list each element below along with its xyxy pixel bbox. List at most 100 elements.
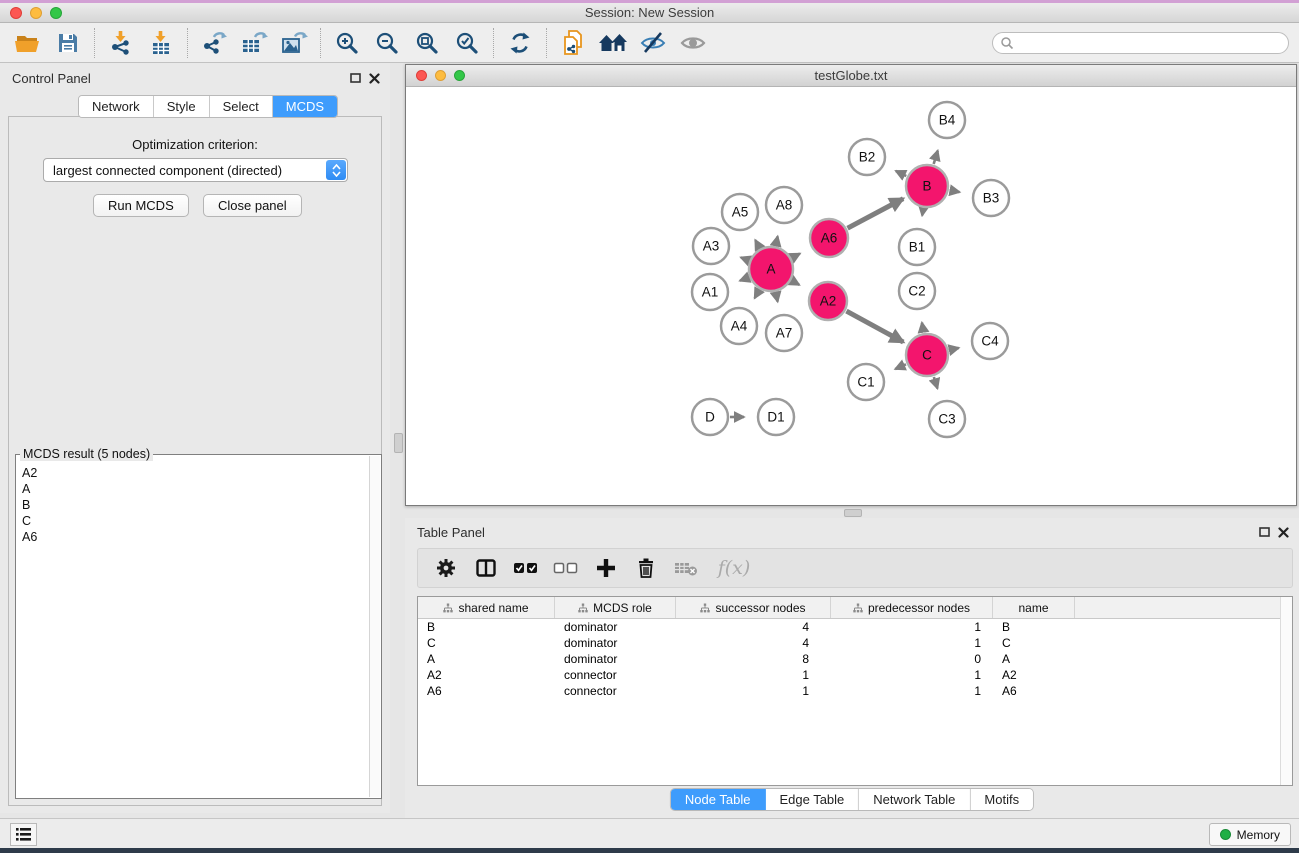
tab-edge-table[interactable]: Edge Table [765, 789, 859, 810]
node-C1[interactable]: C1 [848, 364, 884, 400]
export-image-icon[interactable] [274, 26, 314, 60]
close-panel-icon[interactable] [1278, 527, 1289, 538]
cell-mcds-role[interactable]: dominator [555, 651, 676, 667]
tab-style[interactable]: Style [154, 96, 210, 117]
table-row-a6[interactable]: A6connector11A6 [418, 683, 1292, 699]
node-table[interactable]: shared nameMCDS rolesuccessor nodesprede… [417, 596, 1293, 786]
search-input[interactable] [1018, 36, 1288, 50]
network-maximize-button[interactable] [454, 70, 465, 81]
column-header-predecessor-nodes[interactable]: predecessor nodes [831, 597, 993, 618]
edge-C-C3[interactable] [934, 377, 938, 389]
tab-mcds[interactable]: MCDS [273, 96, 337, 117]
node-B[interactable]: B [906, 165, 948, 207]
node-A3[interactable]: A3 [693, 228, 729, 264]
minimize-window-button[interactable] [30, 7, 42, 19]
result-item-a2[interactable]: A2 [18, 465, 368, 481]
task-history-button[interactable] [10, 823, 37, 846]
edge-C-C2[interactable] [922, 323, 924, 333]
node-B4[interactable]: B4 [929, 102, 965, 138]
mcds-result-list[interactable]: A2ABCA6 [18, 465, 368, 796]
result-item-a6[interactable]: A6 [18, 529, 368, 545]
node-D1[interactable]: D1 [758, 399, 794, 435]
table-scrollbar[interactable] [1280, 597, 1292, 785]
cell-predecessor-nodes[interactable]: 1 [831, 683, 993, 699]
edge-B-B4[interactable] [934, 151, 938, 164]
table-row-c[interactable]: Cdominator41C [418, 635, 1292, 651]
node-C3[interactable]: C3 [929, 401, 965, 437]
close-window-button[interactable] [10, 7, 22, 19]
select-all-checks-icon[interactable] [508, 551, 544, 585]
horizontal-splitter-handle[interactable] [844, 509, 862, 517]
edge-A6-B[interactable] [848, 199, 904, 229]
split-columns-icon[interactable] [468, 551, 504, 585]
cell-mcds-role[interactable]: dominator [555, 619, 676, 635]
cell-mcds-role[interactable]: connector [555, 667, 676, 683]
column-header-name[interactable]: name [993, 597, 1075, 618]
edge-A-A2[interactable] [792, 281, 799, 285]
edge-A-A1[interactable] [740, 277, 749, 280]
node-B3[interactable]: B3 [973, 180, 1009, 216]
vertical-splitter-handle[interactable] [394, 433, 403, 453]
cell-name[interactable]: C [993, 635, 1075, 651]
table-row-a2[interactable]: A2connector11A2 [418, 667, 1292, 683]
cell-successor-nodes[interactable]: 4 [676, 619, 831, 635]
result-item-a[interactable]: A [18, 481, 368, 497]
edge-A-A5[interactable] [755, 240, 759, 248]
cell-name[interactable]: A2 [993, 667, 1075, 683]
criterion-dropdown[interactable]: largest connected component (directed) [43, 158, 348, 182]
edge-B-B3[interactable] [950, 190, 960, 192]
node-A6[interactable]: A6 [810, 219, 848, 257]
edge-A-A6[interactable] [792, 254, 800, 258]
tab-network-table[interactable]: Network Table [859, 789, 970, 810]
node-C[interactable]: C [906, 334, 948, 376]
result-scrollbar[interactable] [369, 456, 380, 797]
edge-A2-C[interactable] [846, 311, 903, 342]
edge-A-A3[interactable] [741, 257, 749, 260]
node-A8[interactable]: A8 [766, 187, 802, 223]
cell-predecessor-nodes[interactable]: 1 [831, 619, 993, 635]
node-A4[interactable]: A4 [721, 308, 757, 344]
cell-name[interactable]: B [993, 619, 1075, 635]
tab-select[interactable]: Select [210, 96, 273, 117]
column-header-successor-nodes[interactable]: successor nodes [676, 597, 831, 618]
edge-A-A4[interactable] [755, 290, 760, 298]
close-panel-icon[interactable] [369, 73, 380, 84]
node-D[interactable]: D [692, 399, 728, 435]
cell-successor-nodes[interactable]: 4 [676, 635, 831, 651]
float-panel-icon[interactable] [350, 73, 361, 84]
edge-C-C4[interactable] [949, 348, 958, 350]
tab-motifs[interactable]: Motifs [970, 789, 1033, 810]
deselect-all-checks-icon[interactable] [548, 551, 584, 585]
cell-predecessor-nodes[interactable]: 0 [831, 651, 993, 667]
column-header-shared-name[interactable]: shared name [418, 597, 555, 618]
node-A1[interactable]: A1 [692, 274, 728, 310]
column-header-mcds-role[interactable]: MCDS role [555, 597, 676, 618]
node-A[interactable]: A [749, 247, 793, 291]
show-selected-icon[interactable] [673, 26, 713, 60]
zoom-selected-icon[interactable] [447, 26, 487, 60]
add-column-icon[interactable] [588, 551, 624, 585]
edge-A-A8[interactable] [776, 236, 778, 245]
export-network-icon[interactable] [194, 26, 234, 60]
zoom-out-icon[interactable] [367, 26, 407, 60]
result-item-b[interactable]: B [18, 497, 368, 513]
edge-A-A7[interactable] [776, 293, 778, 302]
node-A5[interactable]: A5 [722, 194, 758, 230]
network-canvas[interactable]: AA1A2A3A4A5A6A7A8BB1B2B3B4CC1C2C3C4DD1 [406, 87, 1296, 505]
hide-selected-icon[interactable] [633, 26, 673, 60]
run-mcds-button[interactable]: Run MCDS [93, 194, 189, 217]
cell-successor-nodes[interactable]: 1 [676, 667, 831, 683]
table-row-a[interactable]: Adominator80A [418, 651, 1292, 667]
float-panel-icon[interactable] [1259, 527, 1270, 538]
import-network-icon[interactable] [101, 26, 141, 60]
result-item-c[interactable]: C [18, 513, 368, 529]
cell-shared-name[interactable]: A2 [418, 667, 555, 683]
node-B2[interactable]: B2 [849, 139, 885, 175]
network-close-button[interactable] [416, 70, 427, 81]
cell-shared-name[interactable]: A6 [418, 683, 555, 699]
import-table-icon[interactable] [141, 26, 181, 60]
cell-name[interactable]: A [993, 651, 1075, 667]
network-minimize-button[interactable] [435, 70, 446, 81]
tab-node-table[interactable]: Node Table [671, 789, 766, 810]
cell-shared-name[interactable]: B [418, 619, 555, 635]
